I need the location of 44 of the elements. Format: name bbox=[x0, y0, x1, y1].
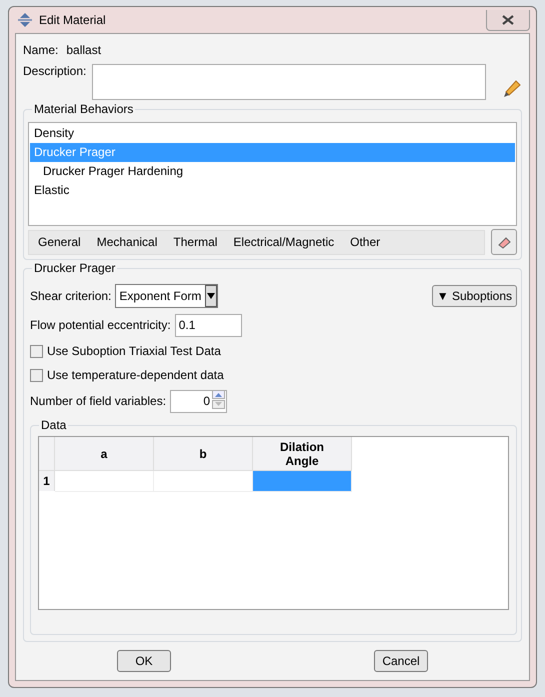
checkbox-label: Use Suboption Triaxial Test Data bbox=[47, 344, 221, 358]
checkbox-label: Use temperature-dependent data bbox=[47, 368, 224, 382]
name-label: Name: bbox=[23, 43, 58, 57]
description-label: Description: bbox=[23, 64, 86, 78]
corner-header bbox=[39, 437, 55, 471]
menu-item[interactable]: Electrical/Magnetic bbox=[233, 235, 334, 249]
group-title: Material Behaviors bbox=[32, 102, 136, 116]
column-header: Dilation Angle bbox=[253, 437, 352, 471]
behavior-item[interactable]: Density bbox=[30, 124, 515, 143]
name-value: ballast bbox=[66, 43, 102, 57]
field-variables-label: Number of field variables: bbox=[30, 394, 166, 408]
column-header: a bbox=[55, 437, 154, 471]
menu-item[interactable]: Thermal bbox=[173, 235, 218, 249]
shear-label: Shear criterion: bbox=[30, 289, 112, 303]
field-variables-spinbox[interactable]: 0 bbox=[170, 390, 228, 412]
eccentricity-label: Flow potential eccentricity: bbox=[30, 318, 171, 332]
group-title: Data bbox=[39, 418, 68, 432]
caret-icon bbox=[207, 293, 216, 299]
checkbox[interactable] bbox=[30, 344, 43, 358]
shear-dropdown[interactable]: Exponent Form bbox=[115, 284, 218, 308]
behavior-item[interactable]: Elastic bbox=[30, 181, 515, 200]
eraser-icon bbox=[497, 235, 511, 249]
eccentricity-field[interactable]: 0.1 bbox=[174, 314, 242, 336]
pencil-icon[interactable] bbox=[502, 78, 522, 98]
row-number: 1 bbox=[39, 471, 55, 491]
checkbox[interactable] bbox=[30, 368, 43, 382]
table-cell[interactable] bbox=[253, 471, 352, 492]
dialog-button[interactable]: Cancel bbox=[374, 650, 428, 672]
dialog-button[interactable]: OK bbox=[117, 650, 171, 672]
behavior-item[interactable]: Drucker Prager Hardening bbox=[30, 162, 515, 181]
menu-item[interactable]: General bbox=[38, 235, 81, 249]
menu-item[interactable]: Other bbox=[350, 235, 380, 249]
table-cell[interactable] bbox=[55, 471, 154, 492]
close-button[interactable] bbox=[486, 10, 530, 30]
close-icon bbox=[502, 14, 514, 24]
spinner-arrows-icon[interactable] bbox=[212, 390, 226, 409]
menu-item[interactable]: Mechanical bbox=[96, 235, 158, 249]
window-title: Edit Material bbox=[39, 13, 106, 27]
eraser-button[interactable] bbox=[491, 229, 517, 255]
app-icon bbox=[17, 12, 33, 28]
suboptions-button[interactable]: ▼ Suboptions bbox=[432, 285, 517, 307]
description-field[interactable] bbox=[92, 64, 486, 100]
group-title: Drucker Prager bbox=[32, 261, 118, 275]
column-header: b bbox=[154, 437, 253, 471]
